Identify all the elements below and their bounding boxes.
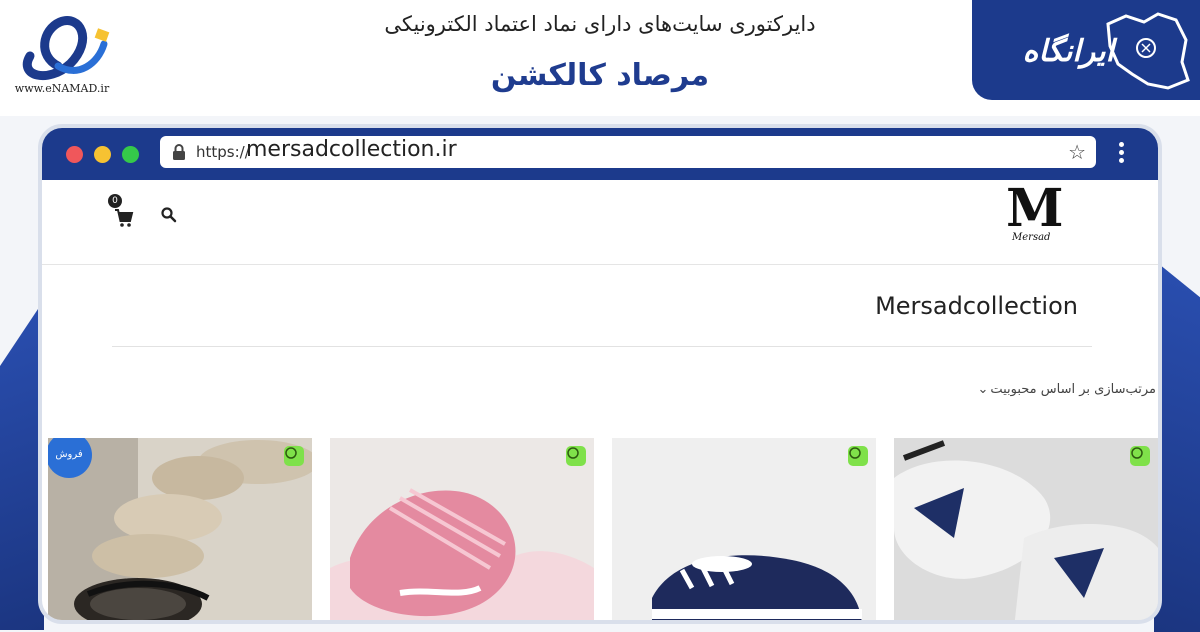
url-prefix: https:// [196, 143, 250, 161]
bookmark-star-icon[interactable]: ☆ [1068, 141, 1086, 163]
product-badge-icon [284, 446, 304, 466]
pink-sneaker-product-image [330, 438, 594, 620]
maximize-window-button[interactable] [122, 146, 139, 163]
page-title: Mersadcollection [875, 292, 1078, 320]
site-header: 0 M Mersad [42, 178, 1158, 265]
browser-window: https:// mersadcollection.ir ☆ 0 M Mersa… [38, 124, 1162, 624]
product-card[interactable] [894, 438, 1158, 620]
directory-title: دایرکتوری سایت‌های دارای نماد اعتماد الک… [384, 12, 816, 36]
logo-letter: M [1006, 178, 1064, 239]
sort-dropdown[interactable]: مرتب‌سازی بر اساس محبوبیت⌄ [977, 382, 1156, 397]
search-icon[interactable] [160, 206, 178, 224]
logo-text: Mersad [1012, 232, 1051, 243]
sort-label: مرتب‌سازی بر اساس محبوبیت [990, 382, 1156, 397]
navy-sneaker-product-image [612, 438, 876, 620]
irangah-badge[interactable]: ایرانگاه [972, 0, 1200, 100]
browser-menu-icon[interactable] [1118, 142, 1126, 168]
url-domain: mersadcollection.ir [246, 137, 457, 162]
enamad-url[interactable]: www.eNAMAD.ir [6, 82, 118, 95]
product-badge-icon [566, 446, 586, 466]
divider [112, 346, 1092, 347]
product-badge-icon [848, 446, 868, 466]
address-bar[interactable]: https:// mersadcollection.ir ☆ [160, 136, 1096, 168]
white-navy-sneaker-product-image [894, 438, 1158, 620]
directory-banner: www.eNAMAD.ir دایرکتوری سایت‌های دارای ن… [0, 0, 1200, 116]
product-card[interactable] [612, 438, 876, 620]
store-title: مرصاد کالکشن [490, 58, 710, 93]
close-window-button[interactable] [66, 146, 83, 163]
lock-icon [173, 144, 185, 160]
cart-count-badge: 0 [108, 194, 122, 208]
minimize-window-button[interactable] [94, 146, 111, 163]
product-card[interactable] [330, 438, 594, 620]
chevron-down-icon: ⌄ [977, 382, 989, 397]
iran-map-icon [1106, 12, 1190, 90]
site-logo[interactable]: M Mersad [1000, 178, 1070, 252]
product-grid: فروش ویژه [48, 438, 1158, 620]
product-card[interactable]: فروش ویژه [48, 438, 312, 620]
cart-icon[interactable] [112, 206, 136, 230]
product-badge-icon [1130, 446, 1150, 466]
browser-toolbar: https:// mersadcollection.ir ☆ [42, 128, 1158, 180]
